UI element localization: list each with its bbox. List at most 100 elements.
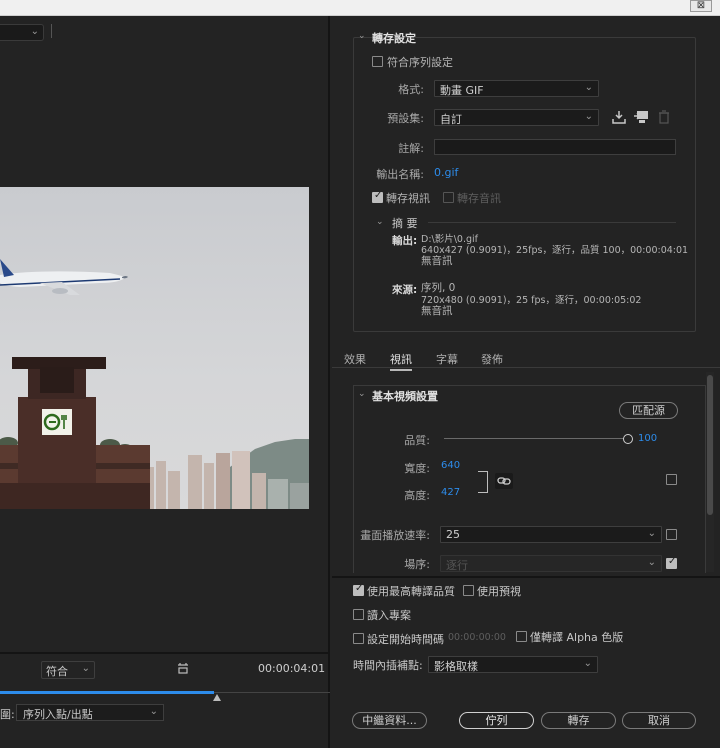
tab-effects[interactable]: 效果 bbox=[344, 351, 366, 367]
import-into-project-label: 讀入專案 bbox=[367, 609, 411, 622]
export-audio-checkbox bbox=[443, 192, 454, 203]
comment-input[interactable] bbox=[434, 139, 676, 155]
summary-divider bbox=[428, 222, 676, 223]
height-label: 高度: bbox=[404, 489, 430, 502]
chevron-down-icon: ⌄ bbox=[584, 82, 593, 93]
render-alpha-only-checkbox[interactable] bbox=[516, 631, 527, 642]
frame-rate-checkbox[interactable] bbox=[666, 529, 677, 540]
use-previews-checkbox[interactable] bbox=[463, 585, 474, 596]
width-value[interactable]: 640 bbox=[441, 460, 460, 471]
preview-image bbox=[0, 187, 309, 509]
chevron-down-icon: ⌄ bbox=[30, 26, 39, 37]
constrain-bracket bbox=[478, 471, 488, 493]
field-order-checkbox[interactable] bbox=[666, 556, 677, 569]
max-render-quality-label: 使用最高轉譯品質 bbox=[367, 585, 455, 598]
zoom-fit-value: 符合 bbox=[46, 665, 68, 678]
output-name-link[interactable]: 0.gif bbox=[434, 166, 458, 179]
summary-output-specs: 640x427 (0.9091)，25fps，逐行，品質 100，00:00:0… bbox=[421, 245, 689, 256]
options-divider bbox=[332, 576, 720, 578]
field-order-dropdown: 逐行 ⌄ bbox=[440, 555, 662, 572]
width-label: 寬度: bbox=[404, 462, 430, 475]
chevron-down-icon: ⌄ bbox=[149, 706, 158, 717]
match-sequence-checkbox[interactable] bbox=[372, 56, 383, 67]
preset-dropdown[interactable]: 自訂 ⌄ bbox=[434, 109, 599, 126]
export-audio-label: 轉存音訊 bbox=[457, 192, 501, 205]
height-value[interactable]: 427 bbox=[441, 487, 460, 498]
time-interpolation-value: 影格取樣 bbox=[434, 660, 478, 673]
summary-title: 摘 要 bbox=[392, 217, 418, 230]
summary-source-specs: 720x480 (0.9091)，25 fps，逐行，00:00:05:02 bbox=[421, 295, 642, 306]
scrollbar-thumb[interactable] bbox=[707, 375, 713, 515]
set-start-timecode-label: 設定開始時間碼 bbox=[367, 633, 444, 646]
summary-output-path: D:\影片\0.gif bbox=[421, 234, 478, 245]
chevron-down-icon: ⌄ bbox=[584, 111, 593, 122]
format-value: 動畫 GIF bbox=[440, 84, 484, 97]
match-sequence-label: 符合序列設定 bbox=[387, 56, 453, 69]
zoom-fit-dropdown[interactable]: 符合 ⌄ bbox=[41, 661, 95, 679]
metadata-button[interactable]: 中繼資料... bbox=[352, 712, 427, 729]
frame-rate-value: 25 bbox=[446, 528, 460, 541]
timeline-range-fill[interactable] bbox=[0, 691, 214, 694]
frame-rate-label: 畫面播放速率: bbox=[360, 529, 430, 542]
tab-captions[interactable]: 字幕 bbox=[436, 351, 458, 367]
source-scaling-dropdown[interactable]: ⌄ bbox=[0, 24, 44, 41]
render-alpha-only-label: 僅轉譯 Alpha 色版 bbox=[530, 631, 624, 644]
match-source-button[interactable]: 匹配源 bbox=[619, 402, 678, 419]
airplane bbox=[0, 259, 128, 295]
start-timecode-value: 00:00:00:00 bbox=[448, 632, 506, 643]
import-into-project-checkbox[interactable] bbox=[353, 609, 364, 620]
save-preset-icon[interactable] bbox=[612, 110, 626, 124]
basic-video-title: 基本視頻設置 bbox=[372, 390, 438, 403]
quality-value[interactable]: 100 bbox=[638, 433, 657, 444]
tab-video[interactable]: 視訊 bbox=[390, 351, 412, 371]
output-name-label: 輸出名稱: bbox=[376, 168, 424, 181]
cancel-button[interactable]: 取消 bbox=[622, 712, 696, 729]
export-video-checkbox[interactable] bbox=[372, 190, 383, 203]
queue-button[interactable]: 佇列 bbox=[459, 712, 534, 729]
playhead-marker[interactable] bbox=[213, 694, 221, 701]
chevron-down-icon: ⌄ bbox=[647, 528, 656, 539]
time-interpolation-label: 時間內插補點: bbox=[353, 659, 423, 672]
frame-rate-dropdown[interactable]: 25 ⌄ bbox=[440, 526, 662, 543]
chevron-down-icon: ⌄ bbox=[647, 557, 656, 568]
field-order-label: 場序: bbox=[404, 558, 430, 571]
quality-slider-knob[interactable] bbox=[623, 434, 633, 444]
chevron-down-icon: ⌄ bbox=[583, 658, 592, 669]
preview-timecode: 00:00:04:01 bbox=[258, 662, 326, 675]
source-range-value: 序列入點/出點 bbox=[23, 708, 93, 721]
import-preset-icon[interactable] bbox=[633, 110, 649, 124]
preset-label: 預設集: bbox=[387, 112, 424, 125]
format-dropdown[interactable]: 動畫 GIF ⌄ bbox=[434, 80, 599, 97]
export-settings-title: 轉存設定 bbox=[372, 32, 416, 45]
preview-controls-divider bbox=[0, 652, 330, 654]
collapse-icon[interactable]: ⌄ bbox=[376, 217, 384, 227]
aspect-ratio-icon[interactable] bbox=[176, 662, 190, 676]
export-button[interactable]: 轉存 bbox=[541, 712, 616, 729]
close-icon[interactable]: ⊠ bbox=[690, 0, 712, 12]
summary-output-audio: 無音訊 bbox=[421, 255, 453, 267]
width-height-checkbox[interactable] bbox=[666, 474, 677, 485]
preset-value: 自訂 bbox=[440, 113, 462, 126]
collapse-icon[interactable]: ⌄ bbox=[358, 389, 366, 399]
window-title-bar bbox=[0, 0, 720, 16]
chain-link-icon[interactable] bbox=[495, 473, 513, 489]
preview-scene bbox=[0, 259, 309, 509]
tab-publish[interactable]: 發佈 bbox=[481, 351, 503, 367]
field-order-value: 逐行 bbox=[446, 559, 468, 572]
source-range-dropdown[interactable]: 序列入點/出點 ⌄ bbox=[16, 704, 164, 721]
tower-building bbox=[0, 357, 150, 509]
toolbar-divider bbox=[51, 24, 52, 38]
use-previews-label: 使用預視 bbox=[477, 585, 521, 598]
summary-source-key: 來源: bbox=[392, 284, 418, 296]
timeline-track[interactable] bbox=[214, 692, 330, 693]
set-start-timecode-checkbox[interactable] bbox=[353, 633, 364, 644]
chevron-down-icon: ⌄ bbox=[81, 663, 90, 674]
tabs-baseline bbox=[332, 367, 720, 368]
quality-slider-track[interactable] bbox=[444, 438, 624, 439]
time-interpolation-dropdown[interactable]: 影格取樣 ⌄ bbox=[428, 656, 598, 673]
collapse-icon[interactable]: ⌄ bbox=[358, 31, 366, 41]
summary-source-audio: 無音訊 bbox=[421, 305, 453, 317]
source-range-label: 圍: bbox=[0, 708, 15, 721]
summary-source-name: 序列, 0 bbox=[421, 282, 456, 294]
max-render-quality-checkbox[interactable] bbox=[353, 583, 364, 596]
